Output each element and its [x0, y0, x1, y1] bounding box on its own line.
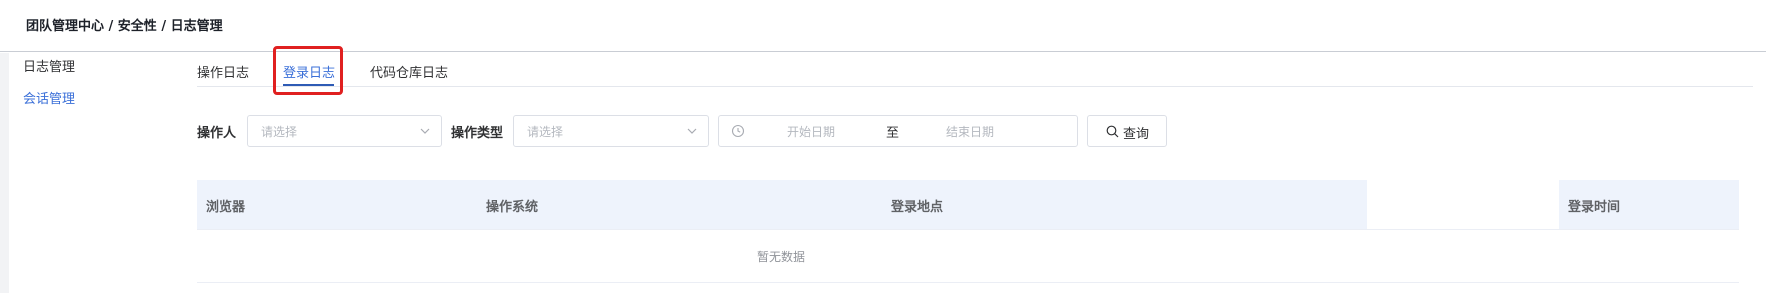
query-button[interactable]: 查询 — [1087, 115, 1167, 147]
tab-operation-log[interactable]: 操作日志 — [197, 62, 249, 81]
tabs-divider — [197, 86, 1753, 87]
breadcrumb: 团队管理中心 / 安全性 / 日志管理 — [26, 19, 223, 34]
chevron-down-icon — [687, 128, 697, 134]
operation-type-placeholder: 请选择 — [527, 125, 564, 139]
tab-login-log[interactable]: 登录日志 — [283, 62, 335, 81]
query-button-label: 查询 — [1123, 127, 1150, 142]
chevron-down-icon — [420, 128, 430, 134]
sidebar-item-session-management[interactable]: 会话管理 — [23, 88, 75, 107]
operation-type-select[interactable]: 请选择 — [513, 115, 709, 147]
table-header: 浏览器 操作系统 登录地点 — [197, 180, 1367, 229]
active-tab-indicator — [283, 84, 334, 86]
date-range-picker[interactable]: 开始日期 至 结束日期 — [718, 115, 1078, 147]
table-header-divider — [197, 229, 1739, 230]
start-date-input[interactable]: 开始日期 — [787, 123, 835, 140]
left-scroll-strip — [0, 53, 9, 293]
search-icon — [1106, 125, 1119, 138]
column-header-login-location: 登录地点 — [891, 200, 944, 215]
operation-type-label: 操作类型 — [451, 126, 504, 141]
column-header-login-time: 登录时间 — [1568, 200, 1621, 215]
tab-code-repo-log[interactable]: 代码仓库日志 — [370, 62, 448, 81]
clock-icon — [731, 124, 745, 138]
page-header: 团队管理中心 / 安全性 / 日志管理 — [0, 0, 1766, 52]
operator-placeholder: 请选择 — [261, 125, 298, 139]
table-empty-text: 暂无数据 — [757, 250, 806, 264]
column-header-browser: 浏览器 — [206, 200, 246, 215]
end-date-input[interactable]: 结束日期 — [946, 123, 994, 140]
table-bottom-divider — [197, 282, 1739, 283]
operator-select[interactable]: 请选择 — [247, 115, 442, 147]
column-header-os: 操作系统 — [486, 200, 539, 215]
operator-label: 操作人 — [197, 126, 237, 141]
table-header-fixed-right: 登录时间 — [1559, 180, 1739, 229]
range-separator: 至 — [886, 126, 900, 141]
sidebar-item-log-management[interactable]: 日志管理 — [23, 56, 75, 75]
